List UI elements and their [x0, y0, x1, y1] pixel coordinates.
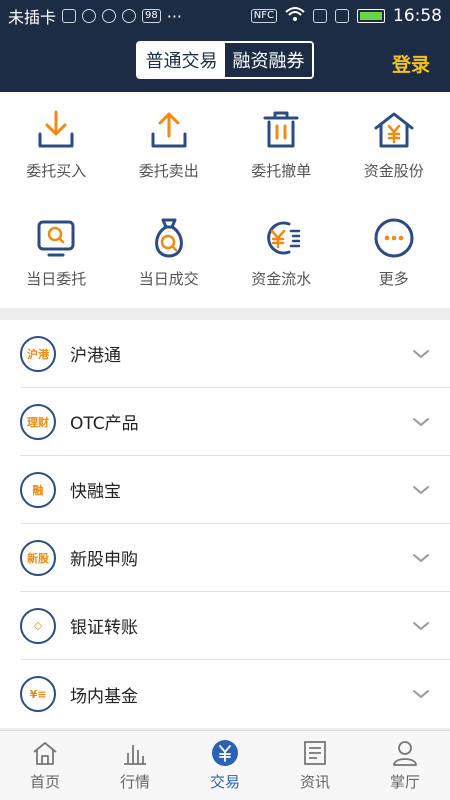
- grid-item-buy[interactable]: 委托买入: [0, 92, 113, 200]
- tab-news[interactable]: 资讯: [270, 731, 360, 800]
- grid-item-cancel[interactable]: 委托撤单: [225, 92, 338, 200]
- list-item-label: 场内基金: [70, 686, 138, 707]
- carrier-text: 未插卡: [8, 8, 57, 27]
- nfc-icon: NFC: [250, 9, 277, 23]
- chevron-down-icon: [413, 349, 429, 358]
- grid-item-fund-flow[interactable]: 资金流水: [225, 200, 338, 308]
- list-item-bank-transfer[interactable]: ◇ 银证转账: [20, 592, 450, 660]
- app-header: 普通交易 融资融券 登录: [0, 32, 450, 92]
- image-icon: [62, 9, 77, 23]
- bottom-tab-bar: 首页 行情 交易 资讯 掌厅: [0, 730, 450, 800]
- more-dots-icon: [374, 218, 414, 258]
- grid-label: 当日成交: [138, 270, 199, 288]
- list-item-exchange-fund[interactable]: ¥≡ 场内基金: [20, 660, 450, 728]
- download-tray-icon: [38, 110, 74, 148]
- grid-label: 委托买入: [26, 162, 87, 180]
- list-item-ipo[interactable]: 新股 新股申购: [20, 524, 450, 592]
- monitor-search-icon: [37, 220, 75, 257]
- hk-connect-icon: 沪港: [20, 335, 56, 372]
- grid-item-funds[interactable]: 资金股份: [338, 92, 450, 200]
- sync-icon: [122, 9, 137, 23]
- grid-label: 委托卖出: [138, 162, 199, 180]
- list-item-label: 沪港通: [70, 346, 121, 366]
- battery-icon: [357, 9, 385, 23]
- service-list: 沪港 沪港通 理财 OTC产品 融 快融宝 新股 新股申购 ◇ 银证转账 ¥≡ …: [0, 320, 450, 728]
- new-stock-icon: 新股: [20, 539, 56, 576]
- list-item-label: 新股申购: [70, 550, 138, 570]
- tab-label: 资讯: [299, 773, 330, 791]
- tab-trade[interactable]: 交易: [180, 731, 270, 800]
- sim1-icon: [313, 9, 327, 23]
- wifi-icon: [285, 6, 305, 26]
- home-icon: [33, 742, 57, 765]
- rong-icon: 融: [20, 471, 56, 508]
- tab-home[interactable]: 首页: [0, 731, 90, 800]
- status-bar: 未插卡 98 ··· NFC 16:58: [0, 0, 450, 32]
- tab-label: 交易: [209, 773, 240, 791]
- chevron-down-icon: [413, 690, 429, 698]
- grid-item-more[interactable]: 更多: [338, 200, 450, 308]
- grid-item-today-deals[interactable]: 当日成交: [113, 200, 226, 308]
- chevron-down-icon: [413, 417, 429, 426]
- list-item-label: OTC产品: [70, 414, 139, 434]
- app2-icon: [102, 9, 117, 23]
- grid-item-today-orders[interactable]: 当日委托: [0, 200, 113, 308]
- grid-label: 资金流水: [251, 270, 312, 288]
- tab-normal-trading[interactable]: 普通交易: [138, 43, 225, 77]
- news-icon: [304, 741, 326, 765]
- trash-icon: [263, 111, 299, 148]
- grid-label: 当日委托: [26, 270, 87, 288]
- tab-label: 行情: [119, 773, 150, 791]
- function-grid: 委托买入 委托卖出 委托撤单 资金股份 当日委托 当日成交 资金流水 更多: [0, 92, 450, 308]
- transfer-icon: ◇: [20, 607, 56, 644]
- sim2-icon: [335, 9, 349, 23]
- app-icon: [82, 9, 97, 23]
- notification-badge: 98: [142, 9, 161, 23]
- dots-icon: ···: [166, 6, 183, 26]
- tab-label: 掌厅: [389, 773, 420, 791]
- clock-text: 16:58: [393, 6, 442, 26]
- list-item-otc[interactable]: 理财 OTC产品: [20, 388, 450, 456]
- list-item-hk-connect[interactable]: 沪港 沪港通: [20, 320, 450, 388]
- grid-label: 资金股份: [363, 162, 424, 180]
- grid-item-sell[interactable]: 委托卖出: [113, 92, 226, 200]
- chevron-down-icon: [413, 621, 429, 630]
- fund-icon: ¥≡: [20, 676, 56, 712]
- grid-label: 更多: [378, 270, 409, 288]
- tab-market[interactable]: 行情: [90, 731, 180, 800]
- login-button[interactable]: 登录: [392, 50, 430, 77]
- tab-margin-trading[interactable]: 融资融券: [225, 43, 312, 77]
- chart-bars-icon: [124, 745, 146, 765]
- grid-label: 委托撤单: [251, 162, 312, 180]
- chevron-down-icon: [413, 553, 429, 562]
- list-item-kuairongbao[interactable]: 融 快融宝: [20, 456, 450, 524]
- yen-circle-icon: [212, 740, 238, 766]
- list-item-label: 银证转账: [70, 618, 138, 638]
- wealth-icon: 理财: [20, 403, 56, 440]
- person-icon: [393, 741, 417, 766]
- list-item-label: 快融宝: [70, 482, 121, 502]
- tab-account[interactable]: 掌厅: [360, 731, 450, 800]
- moneybag-search-icon: [154, 218, 183, 258]
- trade-mode-switch: 普通交易 融资融券: [136, 41, 314, 79]
- chevron-down-icon: [413, 485, 429, 494]
- house-yen-icon: [374, 112, 414, 148]
- tab-label: 首页: [29, 773, 60, 791]
- yen-flow-icon: [267, 221, 301, 255]
- upload-tray-icon: [151, 112, 187, 148]
